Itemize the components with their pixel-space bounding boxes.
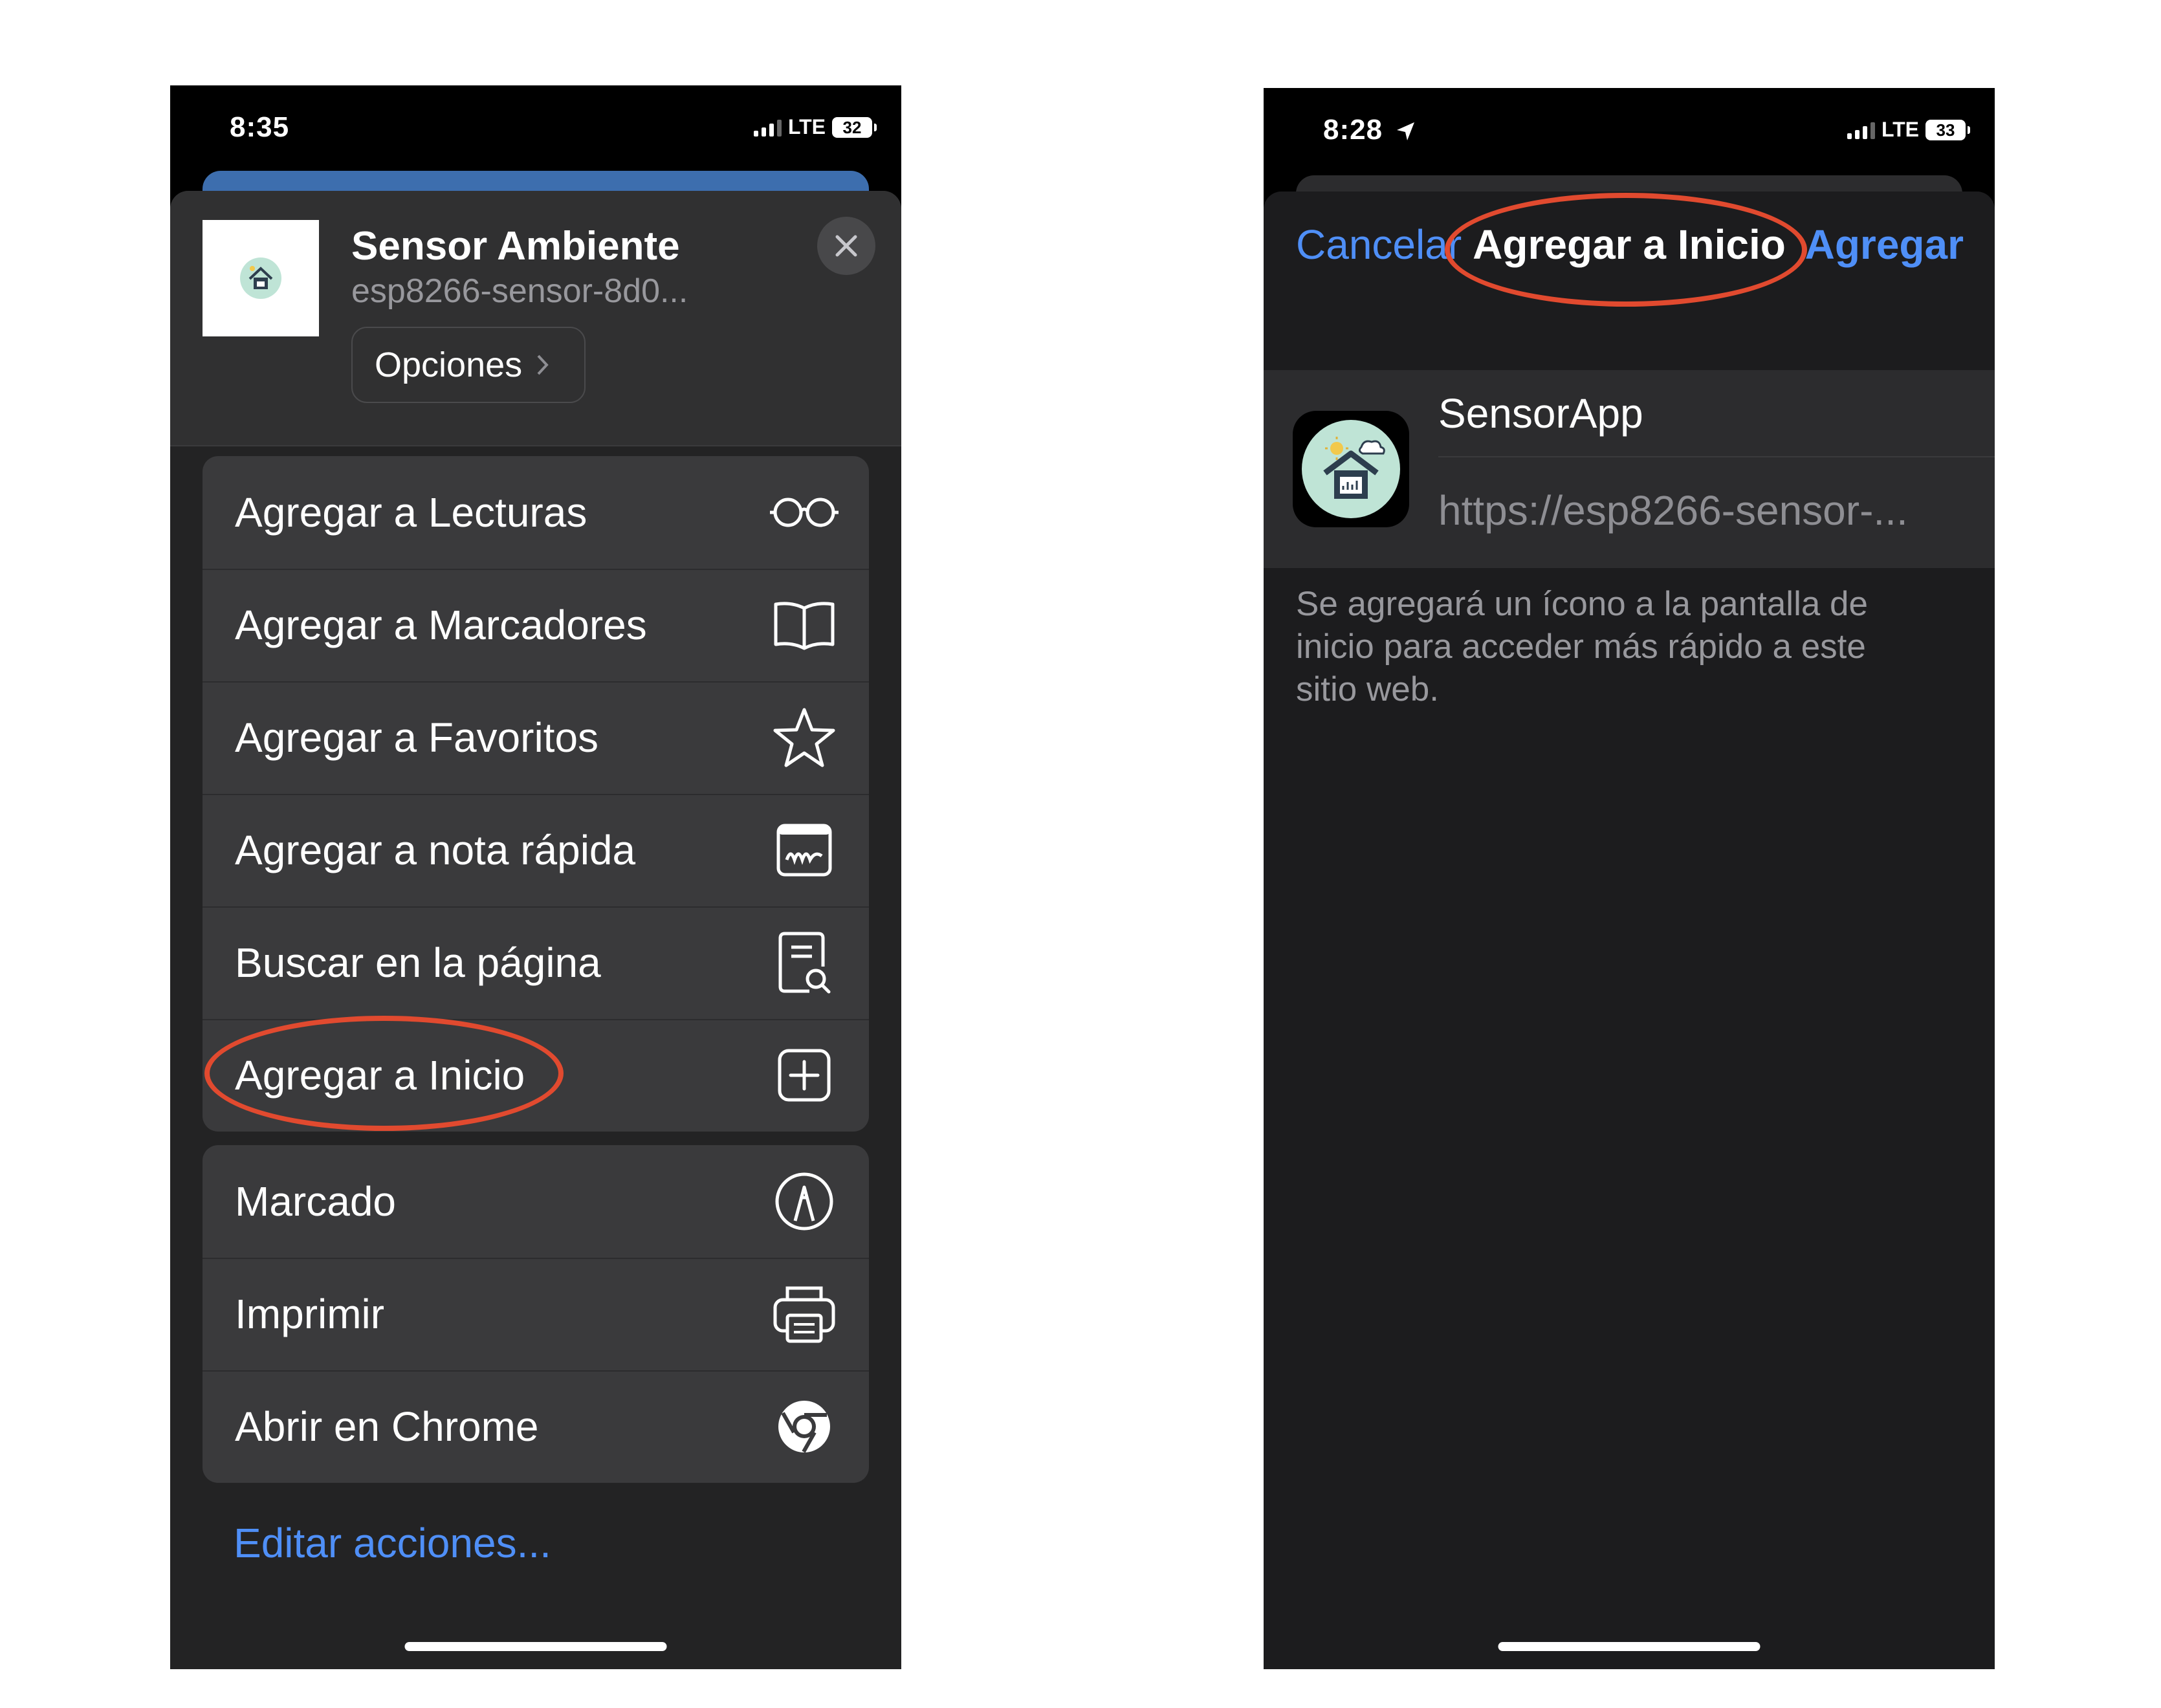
home-sensor-icon	[1302, 420, 1400, 518]
status-time: 8:28	[1323, 114, 1417, 146]
quick-note-icon	[769, 815, 840, 886]
app-name-field[interactable]: SensorApp	[1438, 389, 1643, 437]
share-sheet: Sensor Ambiente esp8266-sensor-8d0... Op…	[170, 191, 901, 1669]
add-button[interactable]: Agregar	[1805, 221, 1964, 268]
chevron-right-icon	[537, 355, 549, 375]
edit-actions-link[interactable]: Editar acciones...	[234, 1519, 551, 1567]
add-to-home-screen: 8:28 LTE 33 Cancelar Agregar a Inicio Ag…	[1264, 88, 1995, 1669]
action-label: Imprimir	[235, 1291, 385, 1337]
actions-group-1: Agregar a Lecturas Agregar a Marcadores …	[203, 456, 869, 1132]
add-to-home-sheet: Cancelar Agregar a Inicio Agregar Sensor…	[1264, 192, 1995, 1669]
network-label: LTE	[787, 115, 826, 138]
battery-icon: 33	[1925, 119, 1970, 140]
share-header: Sensor Ambiente esp8266-sensor-8d0... Op…	[170, 191, 901, 446]
share-sheet-screen: 8:35 LTE 32 Sensor Ambiente esp8266-sens	[170, 85, 901, 1669]
action-markup[interactable]: Marcado	[203, 1145, 869, 1258]
battery-icon: 32	[832, 116, 877, 138]
action-label: Agregar a nota rápida	[235, 827, 636, 873]
action-label: Buscar en la página	[235, 939, 601, 986]
action-add-quick-note[interactable]: Agregar a nota rápida	[203, 794, 869, 906]
signal-icon	[1847, 121, 1875, 139]
markup-icon	[769, 1166, 840, 1237]
app-url: https://esp8266-sensor-...	[1438, 487, 1908, 534]
action-add-favorites[interactable]: Agregar a Favoritos	[203, 681, 869, 794]
status-bar: 8:35 LTE 32	[170, 85, 901, 182]
site-url: esp8266-sensor-8d0...	[351, 272, 688, 310]
close-button[interactable]	[817, 217, 875, 275]
options-label: Opciones	[375, 345, 523, 384]
home-sensor-icon	[240, 257, 281, 299]
action-label: Agregar a Inicio	[235, 1052, 525, 1099]
info-text: Se agregará un ícono a la pantalla de in…	[1296, 585, 1868, 708]
printer-icon	[769, 1278, 840, 1350]
options-button[interactable]: Opciones	[351, 327, 586, 403]
app-card: SensorApp https://esp8266-sensor-...	[1264, 370, 1995, 568]
status-right: LTE 32	[753, 115, 877, 139]
home-indicator	[404, 1642, 667, 1651]
location-arrow-icon	[1397, 122, 1415, 141]
status-right: LTE 33	[1847, 118, 1970, 142]
action-label: Agregar a Marcadores	[235, 602, 647, 648]
actions-group-2: Marcado Imprimir Abrir en Chrome	[203, 1145, 869, 1483]
app-icon	[1293, 411, 1409, 527]
action-find-in-page[interactable]: Buscar en la página	[203, 906, 869, 1019]
action-print[interactable]: Imprimir	[203, 1258, 869, 1370]
divider	[1438, 456, 1995, 457]
status-bar: 8:28 LTE 33	[1264, 88, 1995, 185]
site-thumbnail	[203, 220, 319, 336]
action-label: Marcado	[235, 1178, 396, 1225]
signal-icon	[753, 118, 782, 137]
status-time: 8:35	[230, 111, 290, 143]
navigation-bar: Cancelar Agregar a Inicio Agregar	[1264, 192, 1995, 366]
find-in-page-icon	[769, 927, 840, 998]
action-add-bookmark[interactable]: Agregar a Marcadores	[203, 569, 869, 681]
action-label: Abrir en Chrome	[235, 1403, 539, 1450]
book-icon	[769, 589, 840, 661]
action-label: Agregar a Lecturas	[235, 489, 587, 536]
home-indicator	[1498, 1642, 1761, 1651]
action-open-chrome[interactable]: Abrir en Chrome	[203, 1370, 869, 1483]
glasses-icon	[769, 477, 840, 548]
action-add-to-home[interactable]: Agregar a Inicio	[203, 1019, 869, 1132]
action-add-reading-list[interactable]: Agregar a Lecturas	[203, 456, 869, 569]
chrome-icon	[769, 1391, 840, 1462]
add-square-icon	[769, 1040, 840, 1111]
site-title: Sensor Ambiente	[351, 224, 680, 268]
close-icon	[835, 235, 857, 257]
network-label: LTE	[1881, 118, 1919, 141]
star-icon	[769, 702, 840, 773]
status-time-text: 8:28	[1323, 114, 1383, 146]
action-label: Agregar a Favoritos	[235, 714, 599, 761]
